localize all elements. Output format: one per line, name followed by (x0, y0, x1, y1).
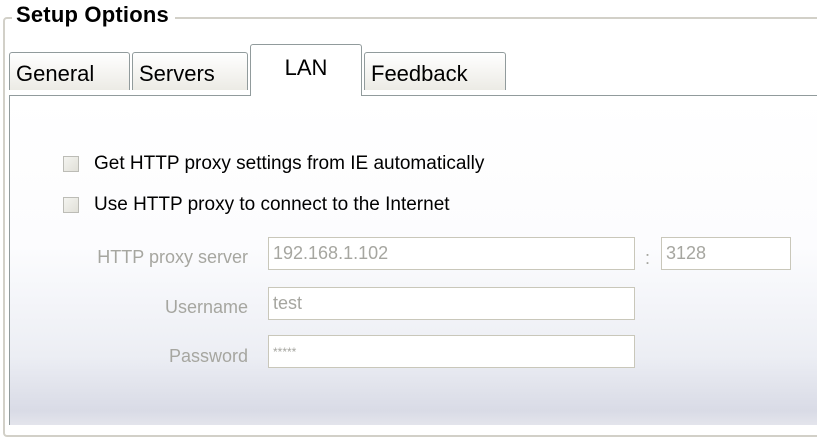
port-separator: : (645, 248, 651, 268)
use-proxy-label[interactable]: Use HTTP proxy to connect to the Interne… (94, 194, 450, 216)
tab-servers[interactable]: Servers (132, 52, 248, 90)
username-label: Username (164, 297, 248, 317)
auto-ie-label[interactable]: Get HTTP proxy settings from IE automati… (94, 153, 484, 175)
proxy-port-input[interactable]: 3128 (661, 237, 791, 270)
tab-general[interactable]: General (9, 52, 130, 90)
tab-feedback[interactable]: Feedback (364, 52, 506, 90)
proxy-server-label: HTTP proxy server (97, 247, 248, 267)
username-input[interactable]: test (268, 287, 635, 320)
password-label: Password (168, 346, 248, 366)
group-title: Setup Options (12, 2, 175, 28)
proxy-server-input[interactable]: 192.168.1.102 (268, 237, 635, 270)
password-input[interactable]: ***** (268, 335, 635, 368)
auto-ie-checkbox[interactable] (63, 156, 79, 172)
use-proxy-checkbox[interactable] (63, 197, 79, 213)
tab-lan[interactable]: LAN (250, 44, 362, 96)
lan-tab-panel: Get HTTP proxy settings from IE automati… (9, 95, 817, 425)
